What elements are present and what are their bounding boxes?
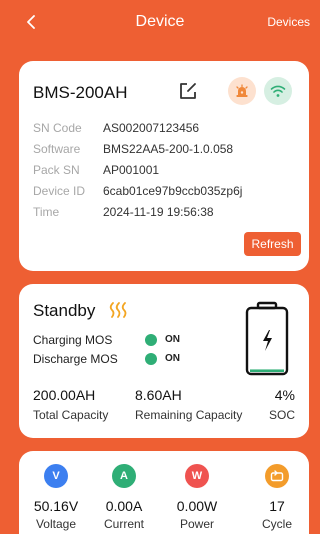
info-label: Software <box>33 142 81 156</box>
info-value: 2024-11-19 19:56:38 <box>103 205 214 219</box>
info-label: Time <box>33 205 60 219</box>
stat-voltage: V 50.16V Voltage <box>26 464 86 531</box>
electrical-stats-card: V 50.16V Voltage A 0.00A Current W 0.00W… <box>19 451 309 534</box>
info-label: Pack SN <box>33 163 80 177</box>
mos-status-dot <box>145 353 157 365</box>
mos-state: ON <box>165 353 180 364</box>
alarm-button[interactable] <box>228 77 256 105</box>
cycle-icon <box>265 464 289 488</box>
total-capacity-value: 200.00AH <box>33 387 96 403</box>
device-info-card: BMS-200AH SN Code AS002007123456 Softwar… <box>19 61 309 271</box>
stat-cycle: 17 Cycle <box>247 464 307 531</box>
refresh-button[interactable]: Refresh <box>244 232 301 256</box>
device-name: BMS-200AH <box>33 83 128 102</box>
voltage-value: 50.16V <box>33 498 79 514</box>
stat-current: A 0.00A Current <box>94 464 154 531</box>
remaining-capacity-label: Remaining Capacity <box>135 408 243 422</box>
battery-icon <box>245 301 289 376</box>
info-label: Device ID <box>33 184 86 198</box>
current-label: Current <box>103 517 144 531</box>
voltage-icon-letter: V <box>52 470 60 482</box>
edit-icon[interactable] <box>178 81 198 101</box>
power-icon-letter: W <box>191 470 203 482</box>
power-icon: W <box>185 464 209 488</box>
wifi-icon <box>270 85 286 97</box>
current-icon: A <box>112 464 136 488</box>
current-value: 0.00A <box>105 498 143 514</box>
cycle-label: Cycle <box>261 517 292 531</box>
power-value: 0.00W <box>176 498 218 514</box>
current-icon-letter: A <box>120 470 128 482</box>
cycle-glyph <box>270 470 284 482</box>
info-value: AP001001 <box>103 163 160 177</box>
mos-state: ON <box>165 334 180 345</box>
soc-label: SOC <box>268 408 295 422</box>
info-label: SN Code <box>33 121 82 135</box>
standby-wave-icon <box>109 302 127 318</box>
mos-label: Discharge MOS <box>33 352 118 366</box>
power-label: Power <box>179 517 214 531</box>
mos-label: Charging MOS <box>33 333 113 347</box>
alarm-icon <box>236 84 248 97</box>
voltage-icon: V <box>44 464 68 488</box>
remaining-capacity-value: 8.60AH <box>135 387 182 403</box>
battery-status-card: Standby Charging MOS ON Discharge MOS ON… <box>19 284 309 438</box>
info-value: BMS22AA5-200-1.0.058 <box>103 142 234 156</box>
header-bar: Device Devices <box>0 0 320 46</box>
info-value: 6cab01ce97b9ccb035zp6j <box>103 184 243 198</box>
battery-status: Standby <box>33 301 96 320</box>
battery-level-fill <box>250 369 284 372</box>
total-capacity-label: Total Capacity <box>33 408 109 422</box>
wifi-button[interactable] <box>264 77 292 105</box>
stat-power: W 0.00W Power <box>167 464 227 531</box>
voltage-label: Voltage <box>35 517 77 531</box>
mos-status-dot <box>145 334 157 346</box>
info-value: AS002007123456 <box>103 121 200 135</box>
devices-link[interactable]: Devices <box>267 15 310 29</box>
cycle-value: 17 <box>269 498 285 514</box>
soc-value: 4% <box>274 387 295 403</box>
